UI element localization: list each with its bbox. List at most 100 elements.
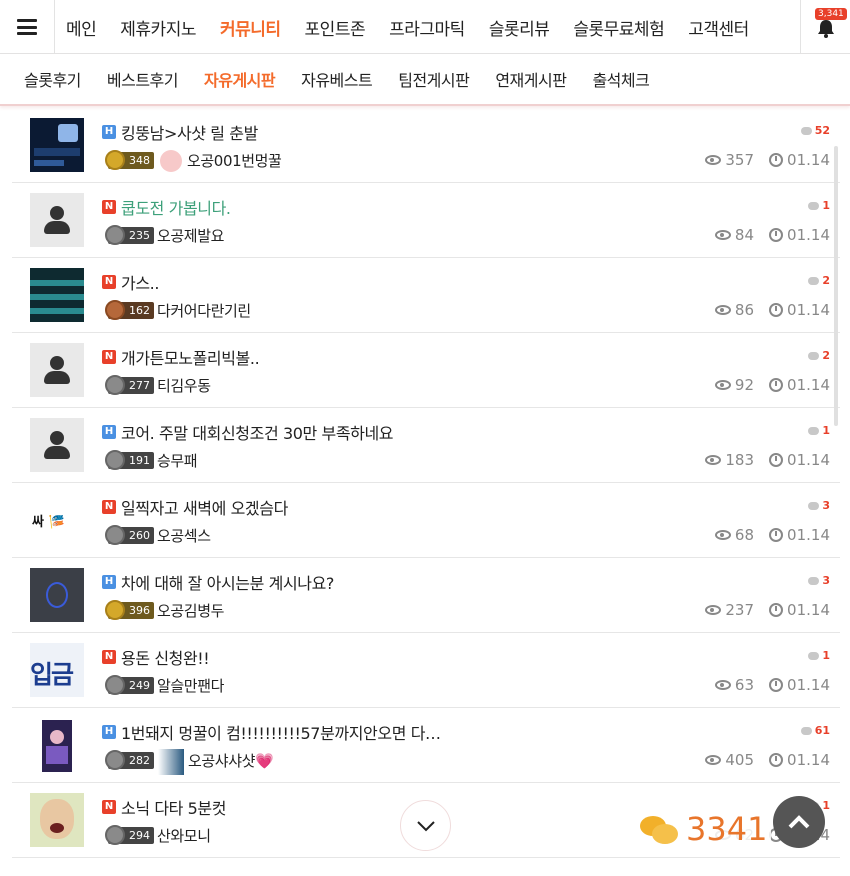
post-thumbnail — [30, 793, 84, 847]
post-author[interactable]: 오공섹스 — [157, 525, 211, 546]
post-thumbnail — [30, 718, 84, 772]
nav-item-partner-casino[interactable]: 제휴카지노 — [120, 15, 196, 40]
notification-button[interactable]: 3,341 — [800, 0, 850, 54]
post-row[interactable]: H 킹뚱남>사샷 릴 춘발 52 348 오공001번멍꿀 357 01.14 — [12, 108, 840, 183]
eye-icon — [714, 230, 731, 240]
post-author[interactable]: 오공김병두 — [157, 600, 224, 621]
new-tag: N — [102, 200, 116, 214]
nav-item-point-zone[interactable]: 포인트존 — [305, 15, 366, 40]
sub-nav: 슬롯후기 베스트후기 자유게시판 자유베스트 팀전게시판 연재게시판 출석체크 — [0, 54, 850, 106]
post-date: 01.14 — [769, 451, 830, 469]
post-row[interactable]: 입금 N 용돈 신청완!! 1 249 알슬만팬다 63 01.14 — [12, 633, 840, 708]
bell-icon — [818, 20, 834, 38]
post-title[interactable]: 쿱도전 가봅니다. — [121, 195, 231, 219]
post-thumbnail: 싸 🎏 — [30, 493, 84, 547]
clock-icon — [769, 453, 784, 467]
nav-item-slot-review[interactable]: 슬롯리뷰 — [489, 15, 550, 40]
post-title[interactable]: 용돈 신청완!! — [121, 645, 210, 669]
person-icon — [50, 356, 64, 370]
notification-badge: 3,341 — [815, 8, 847, 20]
post-author[interactable]: 알슬만팬다 — [157, 675, 224, 696]
post-date: 01.14 — [769, 151, 830, 169]
level-badge: 162 — [105, 300, 154, 320]
post-author[interactable]: 오공샤샤샷💗 — [188, 750, 274, 771]
comment-icon — [800, 726, 812, 735]
nav-item-free-slot[interactable]: 슬롯무료체험 — [573, 15, 664, 40]
chevron-down-icon — [416, 820, 435, 831]
post-title[interactable]: 차에 대해 잘 아시는분 계시나요? — [121, 570, 334, 594]
nav-item-pragmatic[interactable]: 프라그마틱 — [389, 15, 465, 40]
level-emblem-icon — [105, 300, 125, 320]
eye-icon — [714, 680, 731, 690]
eye-icon — [714, 305, 731, 315]
comment-icon — [808, 651, 820, 660]
post-title[interactable]: 소닉 다타 5분컷 — [121, 795, 226, 819]
level-emblem-icon — [105, 225, 125, 245]
view-count: 405 — [705, 751, 754, 769]
post-author[interactable]: 오공001번멍꿀 — [187, 150, 282, 171]
clock-icon — [769, 228, 784, 242]
subnav-team-board[interactable]: 팀전게시판 — [398, 67, 470, 91]
nav-item-main[interactable]: 메인 — [66, 15, 97, 40]
subnav-free-best[interactable]: 자유베스트 — [301, 67, 373, 91]
view-count: 237 — [705, 601, 754, 619]
subnav-attendance[interactable]: 출석체크 — [592, 67, 649, 91]
eye-icon — [705, 605, 722, 615]
post-title[interactable]: 코어. 주말 대회신청조건 30만 부족하네요 — [121, 420, 394, 444]
level-emblem-icon — [105, 375, 125, 395]
subnav-free-board[interactable]: 자유게시판 — [204, 67, 276, 91]
comment-count: 3 — [808, 574, 830, 587]
post-author[interactable]: 티김우동 — [157, 375, 211, 396]
clock-icon — [769, 528, 784, 542]
top-nav: 메인 제휴카지노 커뮤니티 포인트존 프라그마틱 슬롯리뷰 슬롯무료체험 고객센… — [0, 0, 850, 54]
subnav-best-review[interactable]: 베스트후기 — [107, 67, 179, 91]
view-count: 183 — [705, 451, 754, 469]
subnav-serial-board[interactable]: 연재게시판 — [495, 67, 567, 91]
post-title[interactable]: 일찍자고 새벽에 오겠슴다 — [121, 495, 288, 519]
view-count: 63 — [714, 676, 754, 694]
comment-icon — [808, 351, 820, 360]
post-row[interactable]: N 개가튼모노폴리빅볼.. 2 277 티김우동 92 01.14 — [12, 333, 840, 408]
post-title[interactable]: 개가튼모노폴리빅볼.. — [121, 345, 260, 369]
post-author[interactable]: 산와모니 — [157, 825, 211, 846]
post-list: H 킹뚱남>사샷 릴 춘발 52 348 오공001번멍꿀 357 01.14 … — [12, 108, 840, 858]
new-tag: N — [102, 800, 116, 814]
nav-item-customer-center[interactable]: 고객센터 — [688, 15, 749, 40]
post-title[interactable]: 가스.. — [121, 270, 159, 294]
post-row[interactable]: H 코어. 주말 대회신청조건 30만 부족하네요 1 191 승무패 183 … — [12, 408, 840, 483]
hot-tag: H — [102, 125, 116, 139]
post-author[interactable]: 다커어다란기린 — [157, 300, 251, 321]
level-badge: 294 — [105, 825, 154, 845]
chat-button[interactable]: 3341 — [636, 810, 772, 848]
post-row[interactable]: H 차에 대해 잘 아시는분 계시나요? 3 396 오공김병두 237 01.… — [12, 558, 840, 633]
post-author[interactable]: 오공제발요 — [157, 225, 224, 246]
post-author[interactable]: 승무패 — [157, 450, 198, 471]
level-badge: 396 — [105, 600, 154, 620]
level-emblem-icon — [105, 600, 125, 620]
view-count: 68 — [714, 526, 754, 544]
post-thumbnail — [30, 418, 84, 472]
scroll-top-button[interactable] — [773, 796, 825, 848]
post-row[interactable]: H 1번돼지 멍꿀이 컴!!!!!!!!!!57분까지안오면 다… 61 282… — [12, 708, 840, 783]
new-tag: N — [102, 650, 116, 664]
level-badge: 348 — [105, 150, 154, 170]
post-title[interactable]: 1번돼지 멍꿀이 컴!!!!!!!!!!57분까지안오면 다… — [121, 720, 441, 744]
comment-count: 1 — [808, 199, 830, 212]
scrollbar[interactable] — [834, 146, 838, 426]
scroll-down-button[interactable] — [400, 800, 451, 851]
post-thumbnail — [30, 118, 84, 172]
nav-item-community[interactable]: 커뮤니티 — [220, 15, 281, 40]
avatar — [158, 749, 184, 775]
post-date: 01.14 — [769, 676, 830, 694]
subnav-slot-review[interactable]: 슬롯후기 — [24, 67, 81, 91]
post-title[interactable]: 킹뚱남>사샷 릴 춘발 — [121, 120, 258, 144]
comment-count: 52 — [800, 124, 830, 137]
post-row[interactable]: 싸 🎏 N 일찍자고 새벽에 오겠슴다 3 260 오공섹스 68 01.14 — [12, 483, 840, 558]
post-thumbnail: 입금 — [30, 643, 84, 697]
menu-button[interactable] — [0, 0, 55, 54]
post-row[interactable]: N 쿱도전 가봅니다. 1 235 오공제발요 84 01.14 — [12, 183, 840, 258]
post-date: 01.14 — [769, 526, 830, 544]
comment-icon — [808, 576, 820, 585]
post-date: 01.14 — [769, 301, 830, 319]
post-row[interactable]: N 가스.. 2 162 다커어다란기린 86 01.14 — [12, 258, 840, 333]
